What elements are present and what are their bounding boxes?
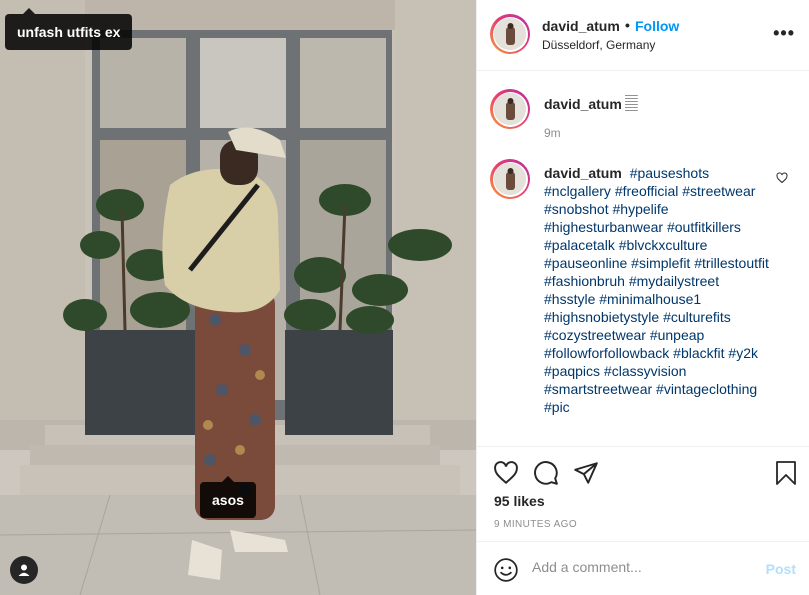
likes-count[interactable]: 95 likes: [494, 493, 545, 509]
person-icon: [18, 564, 30, 576]
caption-username[interactable]: david_atum: [544, 165, 622, 181]
caption-text: david_atum #pauseshots #nclgallery #freo…: [544, 164, 774, 416]
post-actions: 95 likes 9 MINUTES AGO: [477, 446, 809, 541]
avatar[interactable]: [490, 89, 530, 129]
add-comment-bar: Post: [477, 541, 809, 595]
emoji-icon[interactable]: [493, 557, 519, 583]
post-side-panel: david_atum • Follow Düsseldorf, Germany …: [476, 0, 809, 595]
share-icon[interactable]: [573, 460, 599, 486]
product-tag[interactable]: unfash utfits ex: [5, 8, 133, 50]
avatar-photo: [494, 163, 526, 195]
follow-button[interactable]: Follow: [635, 18, 679, 34]
like-comment-heart-icon[interactable]: [776, 172, 788, 184]
product-tag[interactable]: asos: [200, 476, 256, 518]
post-photo[interactable]: unfash utfits ex asos: [0, 0, 476, 595]
post-comment-button[interactable]: Post: [766, 561, 796, 577]
comment-text: 𝄛: [625, 94, 638, 111]
post-timestamp[interactable]: 9 MINUTES AGO: [494, 519, 577, 530]
caption-hashtags[interactable]: #pauseshots #nclgallery #freofficial #st…: [544, 165, 769, 415]
comment-time[interactable]: 9m: [544, 126, 561, 140]
comment-icon[interactable]: [533, 460, 559, 486]
heart-icon[interactable]: [493, 460, 519, 486]
comment-input[interactable]: [532, 559, 752, 575]
avatar[interactable]: [490, 14, 530, 54]
save-bookmark-icon[interactable]: [774, 460, 798, 486]
author-username[interactable]: david_atum: [542, 18, 620, 34]
post-location[interactable]: Düsseldorf, Germany: [542, 38, 655, 52]
more-options-icon[interactable]: •••: [773, 24, 795, 42]
separator-dot: •: [625, 17, 630, 33]
avatar-photo: [494, 93, 526, 125]
post-header: david_atum • Follow Düsseldorf, Germany …: [477, 0, 809, 71]
avatar[interactable]: [490, 159, 530, 199]
tagged-users-button[interactable]: [10, 556, 38, 584]
comment-username[interactable]: david_atum: [544, 96, 622, 112]
avatar-photo: [494, 18, 526, 50]
comments-list: david_atum 𝄛 9m david_atum #pauseshots #…: [477, 72, 809, 446]
